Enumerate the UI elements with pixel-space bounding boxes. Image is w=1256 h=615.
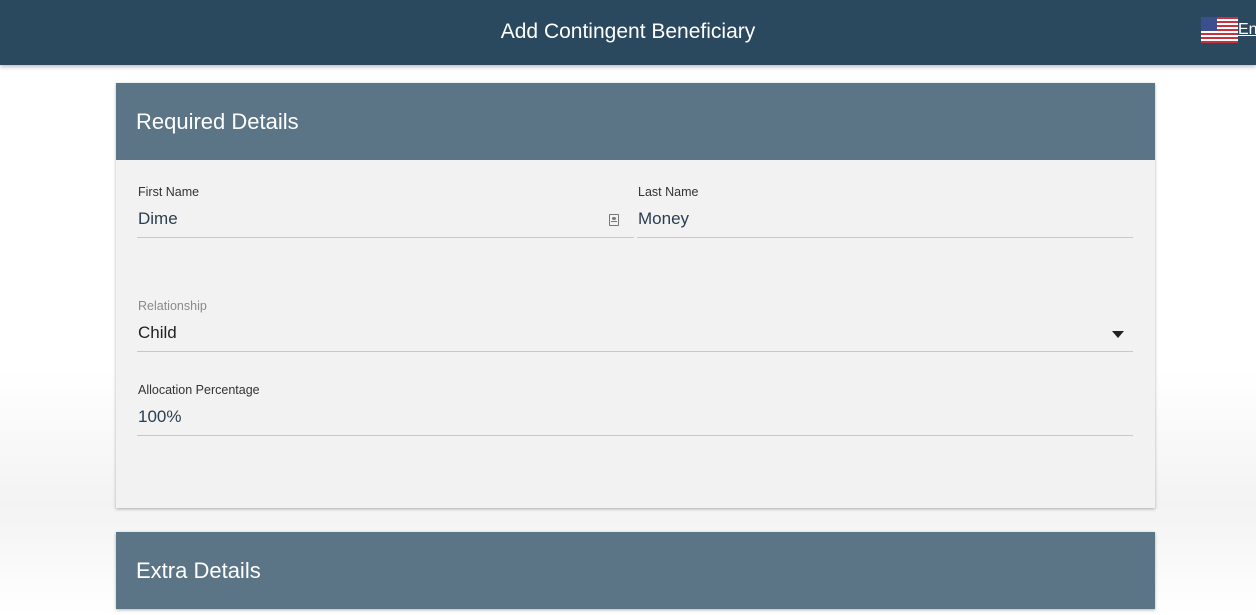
allocation-percentage-field[interactable]: Allocation Percentage 100% xyxy=(137,380,1133,436)
page-title: Add Contingent Beneficiary xyxy=(500,20,756,43)
required-details-title: Required Details xyxy=(116,83,1155,160)
relationship-value[interactable]: Child xyxy=(138,323,177,343)
last-name-value[interactable]: Money xyxy=(638,209,689,229)
language-selector[interactable]: En xyxy=(1201,17,1256,43)
first-name-label: First Name xyxy=(138,185,200,199)
extra-details-title[interactable]: Extra Details xyxy=(116,532,1155,609)
allocation-percentage-value[interactable]: 100% xyxy=(138,407,181,427)
allocation-percentage-label: Allocation Percentage xyxy=(138,383,260,397)
relationship-label: Relationship xyxy=(138,299,207,313)
last-name-field[interactable]: Last Name Money xyxy=(637,182,1133,238)
caret-down-icon[interactable] xyxy=(1112,331,1124,338)
last-name-label: Last Name xyxy=(638,185,699,199)
us-flag-icon xyxy=(1201,17,1238,43)
top-app-bar: Add Contingent Beneficiary En xyxy=(0,0,1256,65)
contact-card-icon[interactable] xyxy=(609,214,619,226)
language-label[interactable]: En xyxy=(1238,21,1256,39)
required-details-card: Required Details First Name Dime Last Na… xyxy=(116,83,1155,508)
first-name-value[interactable]: Dime xyxy=(138,209,178,229)
first-name-field[interactable]: First Name Dime xyxy=(137,182,634,238)
required-details-body: First Name Dime Last Name Money Relation… xyxy=(116,160,1155,508)
relationship-select[interactable]: Relationship Child xyxy=(137,296,1133,352)
